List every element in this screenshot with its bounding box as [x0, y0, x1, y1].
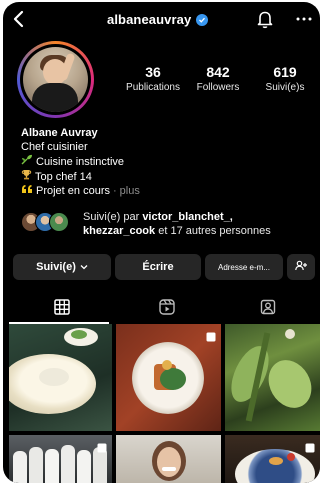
mutual-avatar — [49, 212, 69, 232]
avatar[interactable] — [17, 41, 94, 118]
followers-label: Followers — [196, 82, 240, 93]
followers-count: 842 — [206, 64, 230, 80]
bell-icon[interactable] — [254, 8, 276, 30]
followed-suffix: et 17 autres personnes — [158, 225, 271, 237]
tagged-icon — [260, 299, 276, 320]
profile-screen: albaneauvray 36 Publications 842 Followe… — [3, 2, 320, 483]
profile-category: Chef cuisinier — [21, 141, 88, 153]
tab-reels[interactable] — [114, 294, 219, 324]
followed-by-text: Suivi(e) par victor_blanchet_, khezzar_c… — [83, 210, 271, 238]
profile-photo — [23, 47, 88, 112]
reels-icon — [158, 298, 175, 320]
bio-line-topchef: Top chef 14 — [21, 169, 140, 184]
post-thumbnail[interactable] — [225, 324, 320, 431]
quote-icon — [21, 184, 33, 198]
multiple-posts-icon — [97, 440, 107, 453]
email-button-label: Adresse e-m... — [217, 262, 270, 272]
top-bar: albaneauvray — [3, 2, 320, 38]
follow-button[interactable]: Suivi(e) — [13, 254, 111, 280]
sprout-icon — [21, 154, 33, 169]
post-thumbnail[interactable] — [116, 435, 221, 483]
followed-user-2: khezzar_cook — [83, 225, 156, 237]
bio-projet-text: Projet en cours — [36, 185, 110, 197]
tab-grid[interactable] — [9, 294, 114, 324]
bio-topchef-text: Top chef 14 — [35, 170, 92, 183]
post-thumbnail[interactable] — [225, 435, 320, 483]
message-button[interactable]: Écrire — [115, 254, 201, 280]
followed-user-1: victor_blanchet_, — [142, 211, 233, 223]
username-title: albaneauvray — [107, 12, 192, 27]
following-count: 619 — [273, 64, 297, 80]
back-arrow-icon[interactable] — [9, 8, 31, 30]
stat-following[interactable]: 619 Suivi(e)s — [256, 64, 314, 93]
verified-badge-icon — [196, 13, 209, 26]
bio-line-projet: Projet en cours · plus — [21, 184, 140, 198]
following-label: Suivi(e)s — [265, 82, 305, 93]
follow-button-label: Suivi(e) — [36, 261, 76, 273]
tab-tagged[interactable] — [215, 294, 320, 324]
bio-line-cuisine: Cuisine instinctive — [21, 154, 140, 169]
add-user-button[interactable] — [287, 254, 315, 280]
more-icon[interactable] — [293, 8, 315, 30]
post-thumbnail[interactable] — [9, 435, 112, 483]
trophy-icon — [21, 169, 32, 184]
multiple-posts-icon — [305, 440, 315, 453]
post-thumbnail[interactable] — [116, 324, 221, 431]
followed-by[interactable]: Suivi(e) par victor_blanchet_, khezzar_c… — [21, 210, 316, 240]
post-thumbnail[interactable] — [9, 324, 112, 431]
bio-cuisine-text: Cuisine instinctive — [36, 155, 125, 168]
publications-label: Publications — [126, 82, 180, 93]
post-grid — [3, 324, 320, 483]
multiple-posts-icon — [206, 329, 216, 342]
message-button-label: Écrire — [142, 261, 174, 273]
bio-more-link[interactable]: plus — [120, 184, 140, 198]
email-button[interactable]: Adresse e-m... — [205, 254, 283, 280]
grid-icon — [53, 298, 70, 320]
followed-prefix: Suivi(e) par — [83, 211, 140, 223]
profile-tabs — [3, 294, 320, 324]
stat-followers[interactable]: 842 Followers — [187, 64, 249, 93]
profile-name: Albane Auvray — [21, 127, 98, 139]
publications-count: 36 — [145, 64, 161, 80]
add-user-icon — [294, 260, 308, 274]
chevron-down-icon — [80, 261, 88, 273]
profile-title: albaneauvray — [107, 12, 209, 27]
bio: Albane Auvray Chef cuisinier Cuisine ins… — [21, 126, 140, 198]
stat-publications[interactable]: 36 Publications — [118, 64, 188, 93]
